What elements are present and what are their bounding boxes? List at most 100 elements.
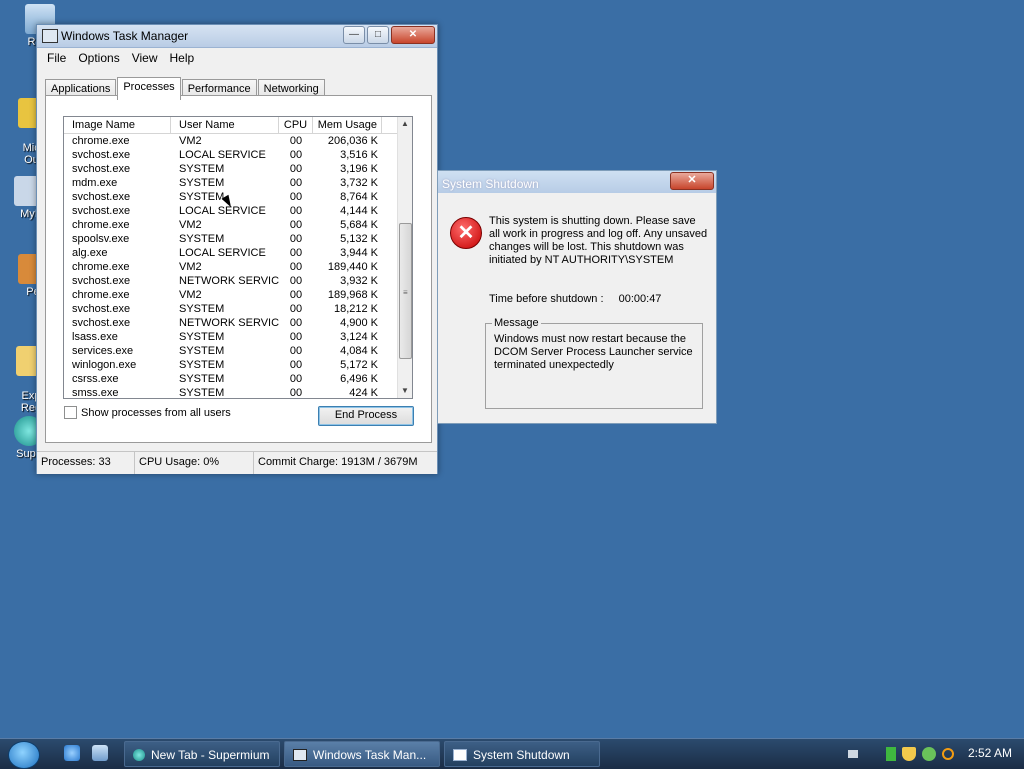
security-shield-icon[interactable] xyxy=(902,747,916,761)
menu-help[interactable]: Help xyxy=(164,48,201,68)
taskbar-button-supermium[interactable]: New Tab - Supermium xyxy=(124,741,280,767)
cell-image-name: chrome.exe xyxy=(72,261,130,273)
column-user-name[interactable]: User Name xyxy=(171,117,279,133)
cell-mem-usage: 18,212 K xyxy=(333,303,378,315)
process-list-header: Image Name User Name CPU Mem Usage xyxy=(64,117,412,134)
cell-mem-usage: 6,496 K xyxy=(340,373,378,385)
cell-image-name: chrome.exe xyxy=(72,219,130,231)
taskbar-button-label: System Shutdown xyxy=(473,748,570,762)
cell-user-name: SYSTEM xyxy=(179,303,225,315)
table-row[interactable]: csrss.exe SYSTEM 00 6,496 K xyxy=(64,372,412,386)
switch-windows-icon[interactable] xyxy=(92,745,108,761)
cell-cpu: 00 xyxy=(289,331,303,343)
keyboard-icon[interactable] xyxy=(848,750,858,758)
cell-mem-usage: 424 K xyxy=(349,387,378,399)
table-row[interactable]: svchost.exe NETWORK SERVICE 00 4,900 K xyxy=(64,316,412,330)
show-all-users-row[interactable]: Show processes from all users xyxy=(64,406,231,419)
cell-user-name: SYSTEM xyxy=(179,177,225,189)
table-row[interactable]: svchost.exe SYSTEM 00 3,196 K xyxy=(64,162,412,176)
table-row[interactable]: spoolsv.exe SYSTEM 00 5,132 K xyxy=(64,232,412,246)
table-row[interactable]: svchost.exe NETWORK SERVICE 00 3,932 K xyxy=(64,274,412,288)
end-process-button[interactable]: End Process xyxy=(318,406,414,426)
cell-image-name: winlogon.exe xyxy=(72,359,137,371)
cell-cpu: 00 xyxy=(289,345,303,357)
taskbar-button-label: New Tab - Supermium xyxy=(151,748,270,762)
table-row[interactable]: svchost.exe LOCAL SERVICE 00 4,144 K xyxy=(64,204,412,218)
taskbar-button-label: Windows Task Man... xyxy=(313,748,427,762)
menu-options[interactable]: Options xyxy=(72,48,125,68)
dialog-close-button[interactable]: ✕ xyxy=(670,172,714,190)
countdown-label: Time before shutdown : xyxy=(489,293,604,305)
cell-user-name: NETWORK SERVICE xyxy=(179,275,279,287)
message-group: Message Windows must now restart because… xyxy=(485,317,703,409)
cell-user-name: VM2 xyxy=(179,261,202,273)
cell-image-name: svchost.exe xyxy=(72,317,131,329)
search-icon[interactable] xyxy=(942,748,954,760)
window-title: Windows Task Manager xyxy=(61,29,189,43)
cell-cpu: 00 xyxy=(289,177,303,189)
table-row[interactable]: smss.exe SYSTEM 00 424 K xyxy=(64,386,412,399)
internet-explorer-icon[interactable] xyxy=(64,745,80,761)
taskbar-button-task-manager[interactable]: Windows Task Man... xyxy=(284,741,440,767)
column-cpu[interactable]: CPU xyxy=(279,117,313,133)
cell-image-name: smss.exe xyxy=(72,387,119,399)
cell-cpu: 00 xyxy=(289,303,303,315)
menu-bar: File Options View Help xyxy=(37,48,437,68)
cell-cpu: 00 xyxy=(289,135,303,147)
cell-user-name: VM2 xyxy=(179,219,202,231)
table-row[interactable]: lsass.exe SYSTEM 00 3,124 K xyxy=(64,330,412,344)
maximize-button[interactable]: □ xyxy=(367,26,389,44)
menu-file[interactable]: File xyxy=(41,48,72,68)
cell-image-name: spoolsv.exe xyxy=(72,233,130,245)
table-row[interactable]: services.exe SYSTEM 00 4,084 K xyxy=(64,344,412,358)
cell-user-name: LOCAL SERVICE xyxy=(179,247,266,259)
table-row[interactable]: svchost.exe SYSTEM 00 8,764 K xyxy=(64,190,412,204)
table-row[interactable]: mdm.exe SYSTEM 00 3,732 K xyxy=(64,176,412,190)
scrollbar-thumb[interactable]: ≡ xyxy=(399,223,412,359)
cell-image-name: mdm.exe xyxy=(72,177,118,189)
table-row[interactable]: chrome.exe VM2 00 189,440 K xyxy=(64,260,412,274)
cell-mem-usage: 4,084 K xyxy=(340,345,378,357)
shutdown-message: This system is shutting down. Please sav… xyxy=(489,215,708,266)
cell-mem-usage: 4,900 K xyxy=(340,317,378,329)
table-row[interactable]: chrome.exe VM2 00 206,036 K xyxy=(64,134,412,148)
scroll-up-icon[interactable]: ▲ xyxy=(398,117,412,131)
cell-user-name: VM2 xyxy=(179,135,202,147)
cell-mem-usage: 8,764 K xyxy=(340,191,378,203)
table-row[interactable]: svchost.exe LOCAL SERVICE 00 3,516 K xyxy=(64,148,412,162)
column-image-name[interactable]: Image Name xyxy=(64,117,171,133)
cell-cpu: 00 xyxy=(289,373,303,385)
table-row[interactable]: chrome.exe VM2 00 189,968 K xyxy=(64,288,412,302)
cell-image-name: svchost.exe xyxy=(72,149,131,161)
processes-panel: Image Name User Name CPU Mem Usage chrom… xyxy=(45,95,432,443)
cell-mem-usage: 3,732 K xyxy=(340,177,378,189)
status-cpu: CPU Usage: 0% xyxy=(135,452,254,474)
table-row[interactable]: alg.exe LOCAL SERVICE 00 3,944 K xyxy=(64,246,412,260)
cell-mem-usage: 3,516 K xyxy=(340,149,378,161)
minimize-button[interactable]: — xyxy=(343,26,365,44)
menu-view[interactable]: View xyxy=(126,48,164,68)
clock[interactable]: 2:52 AM xyxy=(968,746,1012,760)
cell-mem-usage: 189,440 K xyxy=(327,261,378,273)
process-list-scrollbar[interactable]: ▲ ≡ ▼ xyxy=(397,117,412,398)
cell-image-name: chrome.exe xyxy=(72,289,130,301)
tab-processes[interactable]: Processes xyxy=(117,77,181,100)
start-button[interactable] xyxy=(8,741,40,769)
table-row[interactable]: winlogon.exe SYSTEM 00 5,172 K xyxy=(64,358,412,372)
taskbar-button-shutdown[interactable]: System Shutdown xyxy=(444,741,600,767)
table-row[interactable]: svchost.exe SYSTEM 00 18,212 K xyxy=(64,302,412,316)
green-arrow-icon[interactable] xyxy=(922,747,936,761)
column-mem-usage[interactable]: Mem Usage xyxy=(313,117,382,133)
cell-mem-usage: 3,932 K xyxy=(340,275,378,287)
close-button[interactable]: ✕ xyxy=(391,26,435,44)
browser-icon xyxy=(133,749,145,761)
process-list[interactable]: Image Name User Name CPU Mem Usage chrom… xyxy=(63,116,413,399)
dialog-title-bar[interactable]: System Shutdown ✕ xyxy=(438,171,716,193)
cell-cpu: 00 xyxy=(289,191,303,203)
title-bar[interactable]: Windows Task Manager — □ ✕ xyxy=(37,25,437,48)
network-icon[interactable] xyxy=(886,747,896,761)
table-row[interactable]: chrome.exe VM2 00 5,684 K xyxy=(64,218,412,232)
show-all-users-checkbox[interactable] xyxy=(64,406,77,419)
cell-cpu: 00 xyxy=(289,233,303,245)
scroll-down-icon[interactable]: ▼ xyxy=(398,384,412,398)
